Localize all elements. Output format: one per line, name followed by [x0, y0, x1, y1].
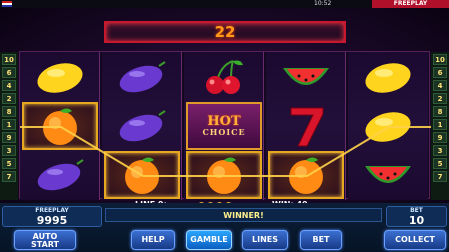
bet-button[interactable]: BET: [300, 230, 342, 250]
bet-value: 10: [408, 214, 425, 227]
lines-button[interactable]: LINES: [242, 230, 288, 250]
auto-start-label-2: START: [30, 240, 60, 249]
line-number[interactable]: 10: [2, 54, 16, 65]
line-number[interactable]: 2: [2, 93, 16, 104]
line-number[interactable]: 6: [433, 67, 447, 78]
gamble-button[interactable]: GAMBLE: [186, 230, 232, 250]
status-bar: 10:52 FREEPLAY: [0, 0, 449, 8]
help-button[interactable]: HELP: [131, 230, 175, 250]
clock: 10:52: [314, 0, 332, 7]
flag-icon: [2, 1, 12, 7]
line-number[interactable]: 4: [433, 80, 447, 91]
line-number[interactable]: 9: [2, 132, 16, 143]
line-number[interactable]: 7: [433, 171, 447, 182]
freeplay-value: 9995: [36, 214, 68, 227]
win-value: 22: [214, 23, 236, 41]
line-number[interactable]: 8: [433, 106, 447, 117]
bet-panel: BET 10: [386, 206, 447, 227]
line-number[interactable]: 10: [433, 54, 447, 65]
line-number[interactable]: 5: [2, 158, 16, 169]
line-number[interactable]: 4: [2, 80, 16, 91]
line-number[interactable]: 3: [433, 145, 447, 156]
auto-start-button[interactable]: AUTO START: [14, 230, 76, 250]
line-number[interactable]: 3: [2, 145, 16, 156]
line-number[interactable]: 1: [2, 119, 16, 130]
line-numbers-left: 10 6 4 2 8 1 9 3 5 7: [0, 52, 18, 200]
line-number[interactable]: 1: [433, 119, 447, 130]
line-numbers-right: 10 6 4 2 8 1 9 3 5 7: [431, 52, 449, 200]
freeplay-panel: FREEPLAY 9995: [2, 206, 102, 227]
control-panel: FREEPLAY 9995 WINNER! BET 10 AUTO START …: [0, 203, 449, 252]
line-number[interactable]: 6: [2, 67, 16, 78]
game-stage: 22 10 6 4 2 8 1 9 3 5 7 10 6 4 2 8 1 9 3…: [0, 8, 449, 209]
mode-badge: FREEPLAY: [372, 0, 449, 8]
collect-button[interactable]: COLLECT: [384, 230, 446, 250]
reels-area: HOT CHOICE: [19, 51, 431, 200]
line-number[interactable]: 2: [433, 93, 447, 104]
line-number[interactable]: 7: [2, 171, 16, 182]
line-number[interactable]: 5: [433, 158, 447, 169]
message-bar: WINNER!: [105, 208, 382, 222]
line-number[interactable]: 9: [433, 132, 447, 143]
win-display: 22: [104, 21, 346, 43]
win-line: [20, 126, 431, 177]
line-number[interactable]: 8: [2, 106, 16, 117]
